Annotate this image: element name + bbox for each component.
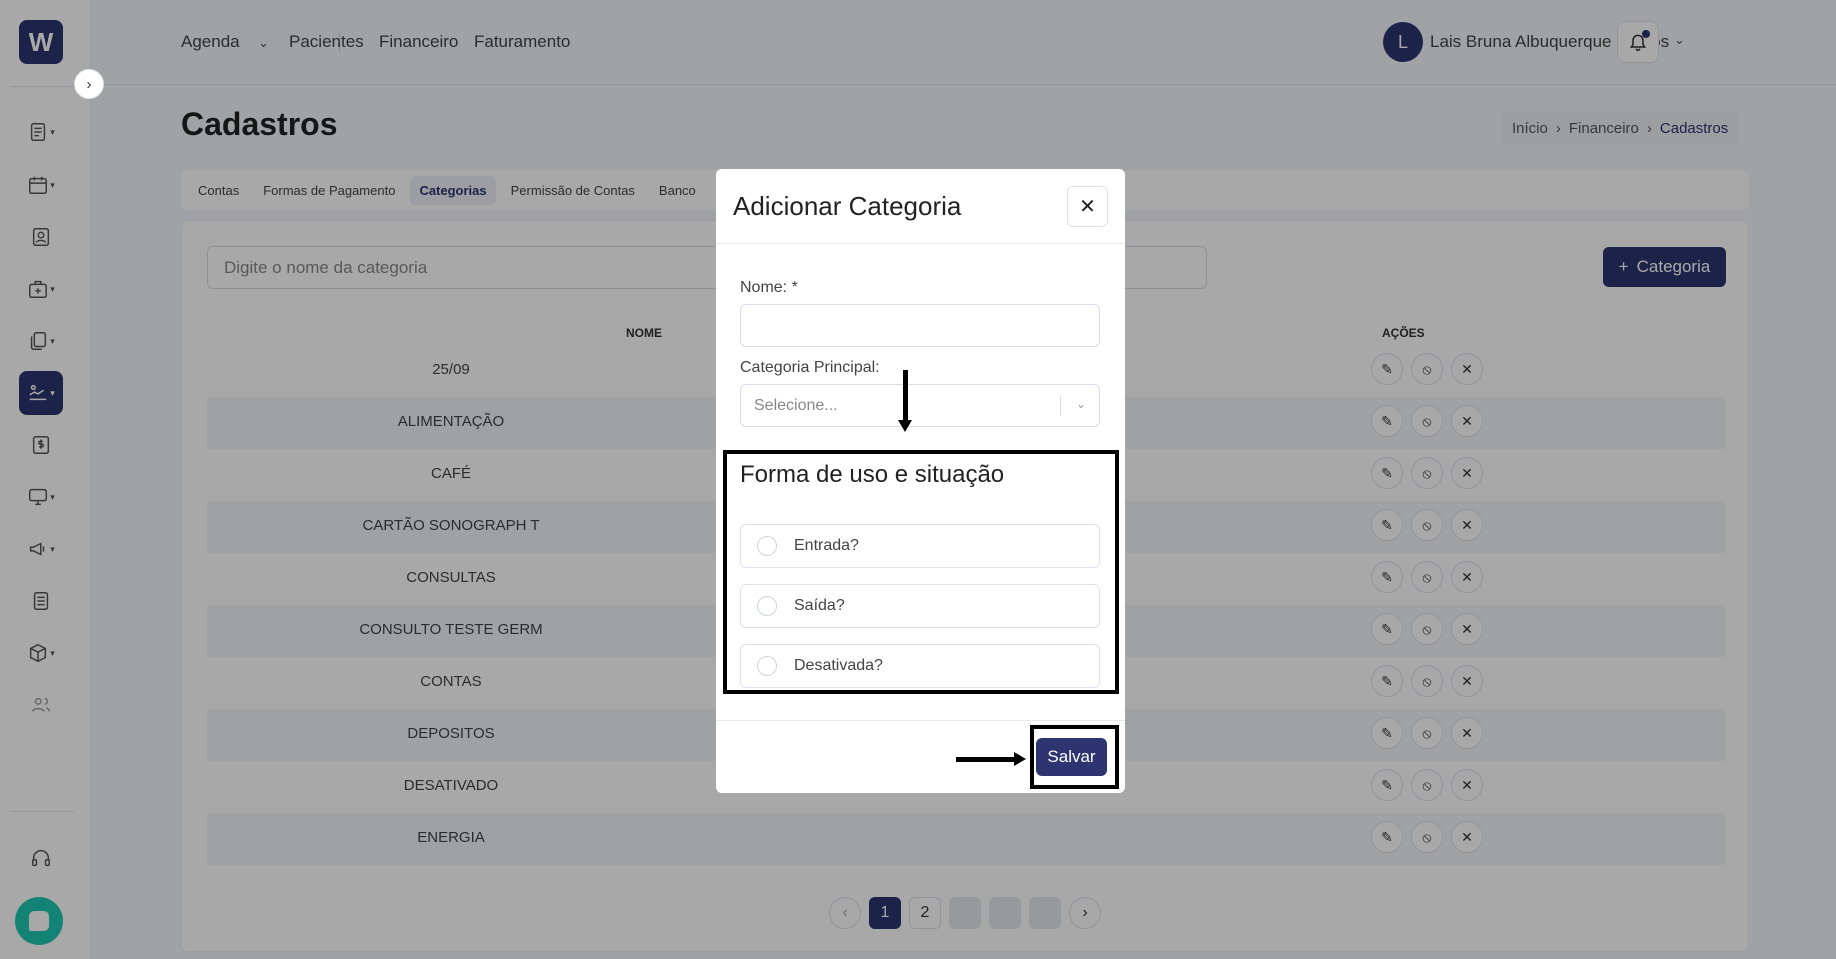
modal-footer-divider — [716, 720, 1125, 721]
save-button[interactable]: Salvar — [1036, 738, 1107, 776]
saida-checkbox[interactable] — [757, 596, 777, 616]
add-category-modal: Adicionar Categoria ✕ Nome: * Categoria … — [716, 169, 1125, 793]
select-placeholder: Selecione... — [754, 396, 838, 414]
annotation-arrow-head — [1014, 752, 1026, 766]
entrada-checkbox[interactable] — [757, 536, 777, 556]
desativada-label: Desativada? — [794, 657, 883, 674]
saida-label: Saída? — [794, 597, 845, 614]
select-divider — [1060, 396, 1061, 416]
name-field-label: Nome: * — [740, 279, 798, 296]
modal-header-divider — [716, 243, 1125, 244]
option-saida[interactable]: Saída? — [740, 584, 1100, 628]
annotation-arrow-head — [898, 420, 912, 432]
modal-title: Adicionar Categoria — [733, 191, 962, 221]
desativada-checkbox[interactable] — [757, 656, 777, 676]
parent-category-select[interactable]: Selecione... ⌄ — [740, 384, 1100, 427]
close-icon[interactable]: ✕ — [1067, 186, 1108, 227]
entrada-label: Entrada? — [794, 537, 859, 554]
annotation-arrow-shaft — [956, 757, 1016, 762]
option-desativada[interactable]: Desativada? — [740, 644, 1100, 688]
annotation-arrow-shaft — [903, 370, 908, 422]
parent-category-label: Categoria Principal: — [740, 359, 880, 376]
sidebar-toggle-chevron-icon[interactable]: › — [74, 69, 104, 99]
chevron-down-icon: ⌄ — [1075, 397, 1086, 411]
usage-section-title: Forma de uso e situação — [740, 461, 1005, 488]
name-input[interactable] — [740, 304, 1100, 347]
option-entrada[interactable]: Entrada? — [740, 524, 1100, 568]
